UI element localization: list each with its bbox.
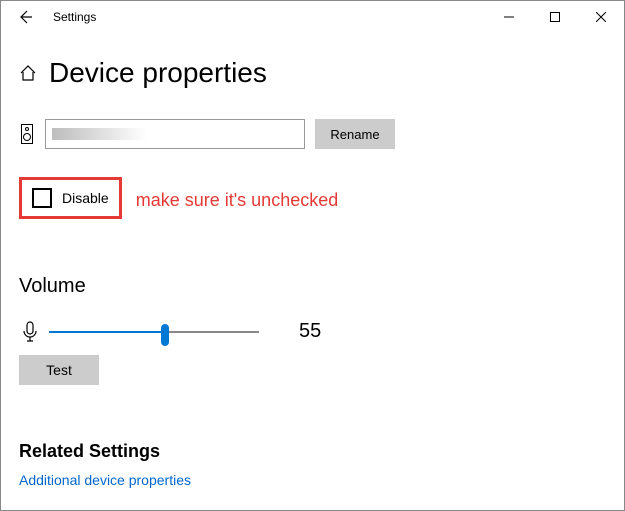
minimize-icon	[504, 12, 514, 22]
titlebar: Settings	[1, 1, 624, 33]
page-header: Device properties	[19, 57, 606, 89]
window-title: Settings	[53, 10, 96, 24]
disable-highlight-box: Disable	[19, 177, 122, 219]
volume-section-title: Volume	[19, 275, 606, 298]
additional-device-properties-link[interactable]: Additional device properties	[19, 472, 606, 488]
home-icon[interactable]	[19, 64, 37, 82]
maximize-icon	[550, 12, 560, 22]
content-area: Device properties Rename Disable make su…	[1, 57, 624, 488]
maximize-button[interactable]	[532, 1, 578, 33]
microphone-icon	[19, 321, 41, 343]
arrow-left-icon	[17, 9, 33, 25]
test-button[interactable]: Test	[19, 355, 99, 385]
slider-track-active	[49, 331, 165, 333]
related-section: Related Settings Additional device prope…	[19, 441, 606, 488]
volume-value: 55	[299, 320, 321, 343]
disable-row: Disable make sure it's unchecked	[19, 177, 606, 227]
slider-track-inactive	[165, 331, 260, 333]
volume-slider[interactable]	[49, 322, 259, 342]
minimize-button[interactable]	[486, 1, 532, 33]
speaker-icon	[19, 124, 35, 144]
annotation-text: make sure it's unchecked	[136, 190, 339, 211]
disable-label: Disable	[62, 190, 109, 206]
page-title: Device properties	[49, 57, 267, 89]
window-controls	[486, 1, 624, 33]
redacted-text	[52, 128, 147, 140]
back-button[interactable]	[9, 1, 41, 33]
close-icon	[596, 12, 606, 22]
slider-thumb[interactable]	[161, 324, 169, 346]
volume-row: 55	[19, 320, 606, 343]
device-rename-row: Rename	[19, 119, 606, 149]
disable-checkbox[interactable]	[32, 188, 52, 208]
rename-button[interactable]: Rename	[315, 119, 395, 149]
related-settings-title: Related Settings	[19, 441, 606, 462]
device-name-input[interactable]	[45, 119, 305, 149]
close-button[interactable]	[578, 1, 624, 33]
